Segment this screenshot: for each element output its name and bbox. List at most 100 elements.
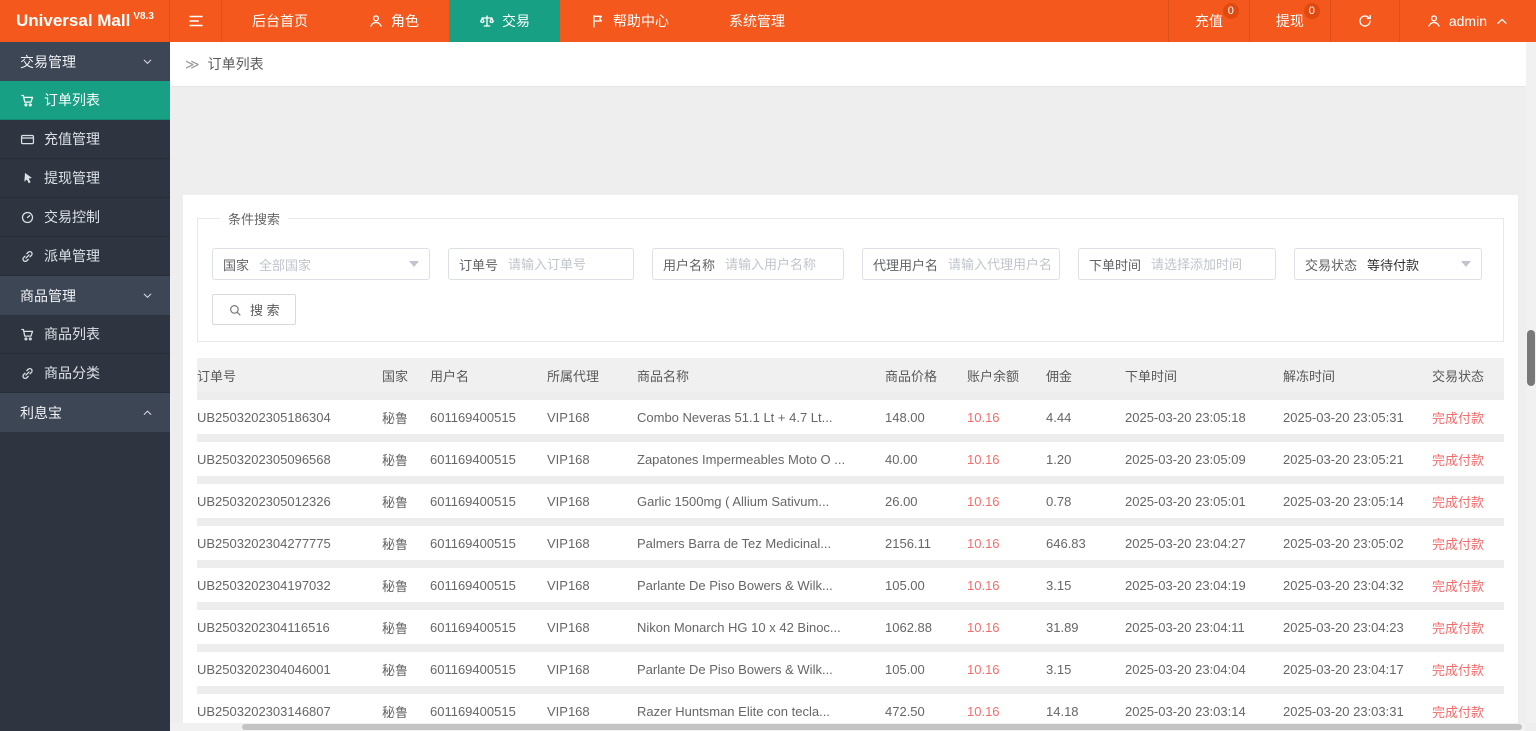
dashboard-icon [20, 210, 35, 225]
cell-country: 秘鲁 [382, 494, 409, 510]
table-row: UB2503202304116516 秘鲁 601169400515 VIP168 Ni… [197, 610, 1504, 644]
vertical-scrollbar-track [1526, 42, 1536, 723]
cell-username: 601169400515 [430, 661, 516, 677]
username-input[interactable] [725, 256, 843, 272]
cell-status: 完成付款 [1432, 536, 1485, 552]
cell-unfreeze_time: 2025-03-20 23:05:02 [1283, 535, 1404, 551]
country-label: 国家 [223, 257, 250, 273]
cell-username: 601169400515 [430, 535, 516, 551]
cell-price: 2156.11 [885, 535, 932, 551]
cell-status: 完成付款 [1432, 494, 1485, 510]
order-time-label: 下单时间 [1089, 257, 1142, 273]
row-separator [197, 560, 1504, 568]
cell-order_time: 2025-03-20 23:05:01 [1125, 493, 1246, 509]
cell-username: 601169400515 [430, 493, 516, 509]
cart-icon [20, 93, 35, 108]
table-row: UB2503202305096568 秘鲁 601169400515 VIP168 Za… [197, 442, 1504, 476]
row-separator [197, 476, 1504, 484]
card-icon [20, 132, 35, 147]
brand-logo: Universal Mall V8.3 [0, 0, 170, 42]
cell-price: 105.00 [885, 661, 925, 677]
order-no-field: 订单号 [448, 248, 634, 280]
chevron-down-icon [141, 289, 154, 302]
menu-icon [187, 12, 205, 30]
cell-commission: 14.18 [1046, 703, 1079, 719]
cell-username: 601169400515 [430, 451, 516, 467]
col-header-product: 商品名称 [637, 368, 690, 384]
sidebar-group-1[interactable]: 商品管理 [0, 276, 170, 315]
status-label: 交易状态 [1305, 257, 1358, 273]
sidebar-item-0-3[interactable]: 交易控制 [0, 198, 170, 237]
horizontal-scrollbar-thumb[interactable] [242, 724, 1522, 730]
sidebar-item-0-1[interactable]: 充值管理 [0, 120, 170, 159]
topnav-item-2[interactable]: 交易 [449, 0, 560, 42]
agent-input[interactable] [948, 256, 1059, 272]
refresh-button[interactable] [1329, 0, 1399, 42]
search-button[interactable]: 搜 索 [212, 294, 296, 325]
main-content: ≫ 订单列表 条件搜索 国家 全部国家 订单号 用户名称 [170, 42, 1536, 731]
cell-order_time: 2025-03-20 23:04:04 [1125, 661, 1246, 677]
row-separator [197, 602, 1504, 610]
cell-order_no: UB2503202304116516 [197, 619, 330, 635]
username-field: 用户名称 [652, 248, 844, 280]
cell-commission: 31.89 [1046, 619, 1079, 635]
col-header-agent: 所属代理 [547, 368, 600, 384]
sidebar-item-0-4[interactable]: 派单管理 [0, 237, 170, 276]
cell-status: 完成付款 [1432, 452, 1485, 468]
search-icon [228, 303, 242, 317]
col-header-unfreeze_time: 解冻时间 [1283, 368, 1336, 384]
cell-agent: VIP168 [547, 451, 590, 467]
sidebar-item-1-0[interactable]: 商品列表 [0, 315, 170, 354]
chevron-up-icon [141, 406, 154, 419]
country-select[interactable]: 国家 全部国家 [212, 248, 430, 280]
header-right: 充值 0 提现 0 admin [1167, 0, 1536, 42]
status-select[interactable]: 交易状态 等待付款 [1294, 248, 1482, 280]
topnav-item-3[interactable]: 帮助中心 [560, 0, 699, 42]
sidebar-item-0-2[interactable]: 提现管理 [0, 159, 170, 198]
chevron-up-icon [1494, 13, 1510, 29]
admin-menu[interactable]: admin [1398, 0, 1536, 42]
brand-name: Universal Mall [16, 11, 131, 30]
row-separator [197, 392, 1504, 400]
cell-username: 601169400515 [430, 577, 516, 593]
topnav-item-0[interactable]: 后台首页 [222, 0, 338, 42]
cell-commission: 4.44 [1046, 409, 1072, 425]
cell-commission: 3.15 [1046, 577, 1072, 593]
order-no-label: 订单号 [459, 257, 499, 273]
sidebar-group-0[interactable]: 交易管理 [0, 42, 170, 81]
cell-agent: VIP168 [547, 577, 590, 593]
col-header-order_no: 订单号 [197, 368, 237, 384]
cell-country: 秘鲁 [382, 536, 409, 552]
col-header-username: 用户名 [430, 368, 470, 384]
breadcrumb: ≫ 订单列表 [170, 42, 1536, 87]
order-time-input[interactable] [1151, 256, 1275, 272]
cell-unfreeze_time: 2025-03-20 23:04:32 [1283, 577, 1404, 593]
cell-order_no: UB2503202303146807 [197, 703, 331, 719]
topnav-item-1[interactable]: 角色 [338, 0, 449, 42]
withdraw-button[interactable]: 提现 0 [1248, 0, 1330, 42]
cell-order_time: 2025-03-20 23:03:14 [1125, 703, 1246, 719]
cell-status: 完成付款 [1432, 704, 1485, 720]
cell-product: Nikon Monarch HG 10 x 42 Binoc... [637, 619, 841, 635]
cell-username: 601169400515 [430, 703, 516, 719]
recharge-button[interactable]: 充值 0 [1167, 0, 1249, 42]
cell-order_no: UB2503202305012326 [197, 493, 331, 509]
cell-unfreeze_time: 2025-03-20 23:04:23 [1283, 619, 1404, 635]
flag-icon [590, 13, 606, 29]
cell-product: Parlante De Piso Bowers & Wilk... [637, 661, 833, 677]
cell-product: Zapatones Impermeables Moto O ... [637, 451, 846, 467]
sidebar-toggle-button[interactable] [170, 0, 222, 42]
topnav-item-4[interactable]: 系统管理 [699, 0, 815, 42]
cell-agent: VIP168 [547, 619, 590, 635]
filter-row: 国家 全部国家 订单号 用户名称 代理用户名 下单时间 [212, 248, 1489, 280]
sidebar-item-1-1[interactable]: 商品分类 [0, 354, 170, 393]
cell-balance: 10.16 [967, 661, 1000, 677]
withdraw-label: 提现 [1275, 13, 1304, 29]
cell-agent: VIP168 [547, 535, 590, 551]
sidebar-group-2[interactable]: 利息宝 [0, 393, 170, 432]
cell-balance: 10.16 [967, 535, 1000, 551]
sidebar-item-0-0[interactable]: 订单列表 [0, 81, 170, 120]
order-no-input[interactable] [508, 256, 633, 272]
vertical-scrollbar-thumb[interactable] [1527, 330, 1535, 386]
cell-order_no: UB2503202304197032 [197, 577, 331, 593]
